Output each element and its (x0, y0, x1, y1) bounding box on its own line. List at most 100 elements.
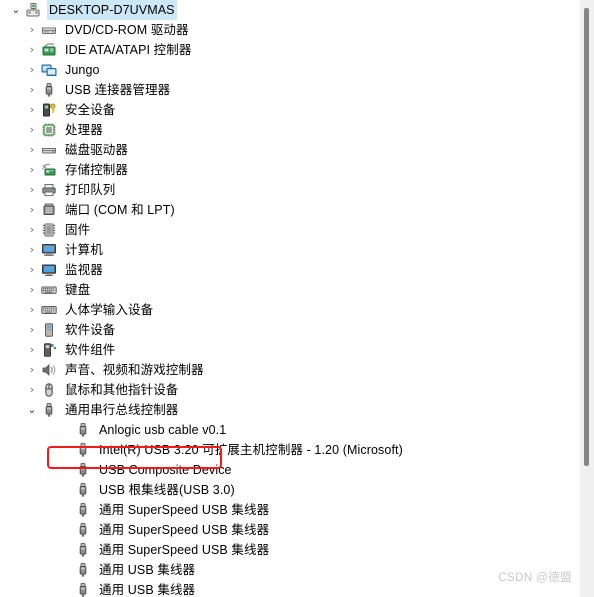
computer-node-icon (24, 1, 42, 19)
computer-icon (40, 241, 58, 259)
tree-item[interactable]: › 鼠标和其他指针设备 (0, 380, 563, 400)
vertical-scrollbar-thumb[interactable] (584, 8, 589, 466)
chevron-right-icon[interactable]: › (24, 80, 40, 100)
processor-icon (40, 121, 58, 139)
tree-item-label: 处理器 (65, 123, 103, 137)
tree-item[interactable]: › 键盘 (0, 280, 563, 300)
usb-icon (74, 581, 92, 597)
tree-item[interactable]: › IDE ATA/ATAPI 控制器 (0, 40, 563, 60)
tree-item-label: USB Composite Device (99, 463, 232, 477)
disk-drive-icon (40, 141, 58, 159)
tree-item-label: 鼠标和其他指针设备 (65, 383, 179, 397)
tree-item[interactable]: › 磁盘驱动器 (0, 140, 563, 160)
usb-icon (74, 461, 92, 479)
software-component-icon (40, 341, 58, 359)
tree-item[interactable]: › 存储控制器 (0, 160, 563, 180)
tree-item-label: DESKTOP-D7UVMAS (47, 0, 177, 20)
chevron-right-icon[interactable]: › (24, 40, 40, 60)
chevron-right-icon[interactable]: › (24, 320, 40, 340)
tree-item-label: 安全设备 (65, 103, 116, 117)
chevron-right-icon[interactable]: › (24, 360, 40, 380)
chevron-right-icon[interactable]: › (24, 100, 40, 120)
tree-item-label: 声音、视频和游戏控制器 (65, 363, 204, 377)
tree-item[interactable]: › 安全设备 (0, 100, 563, 120)
chevron-right-icon[interactable]: › (24, 160, 40, 180)
printer-icon (40, 181, 58, 199)
tree-item[interactable]: USB Composite Device (0, 460, 563, 480)
usb-icon (74, 501, 92, 519)
ide-controller-icon (40, 41, 58, 59)
tree-item[interactable]: › 处理器 (0, 120, 563, 140)
tree-item-label: USB 连接器管理器 (65, 83, 171, 97)
device-tree[interactable]: ⌄ DESKTOP-D7UVMAS › DVD/CD-ROM 驱动器 › IDE ATA/… (0, 0, 563, 597)
chevron-right-icon[interactable]: › (24, 220, 40, 240)
tree-item[interactable]: 通用 SuperSpeed USB 集线器 (0, 500, 563, 520)
tree-item-label: 打印队列 (65, 183, 116, 197)
tree-item[interactable]: 通用 USB 集线器 (0, 560, 563, 580)
usb-icon (74, 481, 92, 499)
tree-item[interactable]: › 打印队列 (0, 180, 563, 200)
chevron-right-icon[interactable]: › (24, 280, 40, 300)
chevron-right-icon[interactable]: › (24, 20, 40, 40)
keyboard-icon (40, 281, 58, 299)
tree-item-label: 计算机 (65, 243, 103, 257)
tree-item-label: 人体学输入设备 (65, 303, 154, 317)
tree-item[interactable]: › 固件 (0, 220, 563, 240)
tree-item[interactable]: › Jungo (0, 60, 563, 80)
tree-root-node[interactable]: ⌄ DESKTOP-D7UVMAS (0, 0, 563, 20)
tree-item[interactable]: › 软件组件 (0, 340, 563, 360)
tree-item[interactable]: › 计算机 (0, 240, 563, 260)
usb-icon (40, 81, 58, 99)
tree-item-label: Jungo (65, 63, 100, 77)
usb-icon (74, 541, 92, 559)
hid-icon (40, 301, 58, 319)
tree-item[interactable]: Intel(R) USB 3.20 可扩展主机控制器 - 1.20 (Micro… (0, 440, 563, 460)
chevron-right-icon[interactable]: › (24, 180, 40, 200)
tree-item[interactable]: 通用 SuperSpeed USB 集线器 (0, 520, 563, 540)
chevron-right-icon[interactable]: › (24, 120, 40, 140)
tree-item[interactable]: Anlogic usb cable v0.1 (0, 420, 563, 440)
dvd-drive-icon (40, 21, 58, 39)
tree-item[interactable]: 通用 USB 集线器 (0, 580, 563, 597)
chevron-right-icon[interactable]: › (24, 340, 40, 360)
tree-item-label: 端口 (COM 和 LPT) (65, 203, 175, 217)
tree-item-label: Intel(R) USB 3.20 可扩展主机控制器 - 1.20 (Micro… (99, 443, 403, 457)
tree-item[interactable]: › USB 连接器管理器 (0, 80, 563, 100)
firmware-icon (40, 221, 58, 239)
chevron-right-icon[interactable]: › (24, 300, 40, 320)
tree-item[interactable]: › 软件设备 (0, 320, 563, 340)
chevron-down-icon[interactable]: ⌄ (8, 0, 24, 20)
tree-item[interactable]: › 人体学输入设备 (0, 300, 563, 320)
usb-icon (74, 421, 92, 439)
tree-item[interactable]: USB 根集线器(USB 3.0) (0, 480, 563, 500)
tree-item-label: IDE ATA/ATAPI 控制器 (65, 43, 192, 57)
tree-item[interactable]: › 端口 (COM 和 LPT) (0, 200, 563, 220)
chevron-down-icon[interactable]: ⌄ (24, 400, 40, 420)
tree-item[interactable]: › 声音、视频和游戏控制器 (0, 360, 563, 380)
vertical-scrollbar[interactable] (580, 0, 594, 597)
usb-icon (74, 561, 92, 579)
chevron-right-icon[interactable]: › (24, 380, 40, 400)
chevron-right-icon[interactable]: › (24, 260, 40, 280)
chevron-right-icon[interactable]: › (24, 60, 40, 80)
tree-item[interactable]: › 监视器 (0, 260, 563, 280)
tree-item[interactable]: › DVD/CD-ROM 驱动器 (0, 20, 563, 40)
csdn-watermark: CSDN @德盟 (498, 572, 572, 584)
chevron-right-icon[interactable]: › (24, 200, 40, 220)
tree-item-label: 通用 SuperSpeed USB 集线器 (99, 503, 270, 517)
tree-item[interactable]: ⌄ 通用串行总线控制器 (0, 400, 563, 420)
storage-controller-icon (40, 161, 58, 179)
tree-item[interactable]: 通用 SuperSpeed USB 集线器 (0, 540, 563, 560)
chevron-right-icon[interactable]: › (24, 240, 40, 260)
chevron-right-icon[interactable]: › (24, 140, 40, 160)
tree-item-label: 软件组件 (65, 343, 116, 357)
